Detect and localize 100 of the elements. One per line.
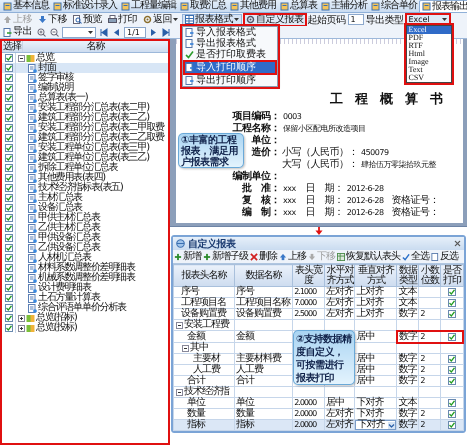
dropdown-option[interactable]: Html xyxy=(406,50,450,58)
tree-row[interactable]: 封面 xyxy=(2,63,168,73)
toolbar-button[interactable]: 反选 xyxy=(431,250,458,262)
zoom-out-icon[interactable] xyxy=(50,28,59,36)
checkbox[interactable] xyxy=(4,64,12,72)
collapse-icon[interactable] xyxy=(182,344,189,352)
checkbox[interactable] xyxy=(4,244,12,252)
tab[interactable]: 工程量编辑 xyxy=(119,0,178,12)
tree-row[interactable]: 土石方量计算表 xyxy=(2,293,168,303)
checkbox[interactable] xyxy=(4,304,12,312)
dropdown-option[interactable]: Text xyxy=(406,66,450,74)
tree-row[interactable]: 设备汇总表 xyxy=(2,203,168,213)
tree-row[interactable]: 建筑工程部分汇总表(表二乙取费 xyxy=(2,133,168,143)
tab[interactable]: 标准设计录入 xyxy=(51,0,119,12)
toolbar-button[interactable]: 恢复默认表头 xyxy=(337,250,400,262)
menu-item[interactable]: 导出打印顺序 xyxy=(183,74,277,86)
expand-icon[interactable] xyxy=(18,314,25,322)
collapse-icon[interactable] xyxy=(18,54,25,62)
checkbox[interactable] xyxy=(4,74,12,82)
menu-item[interactable]: 导入打印顺序 xyxy=(183,60,277,74)
checkbox[interactable] xyxy=(4,314,12,322)
first-page-icon[interactable] xyxy=(99,28,108,36)
zoom-in-icon[interactable] xyxy=(37,28,46,36)
export-button[interactable]: 导出 xyxy=(1,26,34,38)
menu-item[interactable]: 导出报表格式 xyxy=(183,38,277,48)
tree-row[interactable]: 材料系数调整价差明细表 xyxy=(2,263,168,273)
checkbox[interactable] xyxy=(4,194,12,202)
menu-item[interactable]: 是否打印取费表 xyxy=(183,48,277,60)
checkbox[interactable] xyxy=(4,124,12,132)
menu-item[interactable]: 导入报表格式 xyxy=(183,26,277,38)
toolbar-button[interactable]: 上移 xyxy=(279,250,306,262)
checkbox[interactable] xyxy=(4,324,12,332)
page-number-field[interactable]: 1/1 xyxy=(124,26,146,38)
tree-row[interactable]: 安装工程部分汇总表(表二甲取费 xyxy=(2,123,168,133)
tree-row[interactable]: 主材汇总表 xyxy=(2,193,168,203)
checkbox[interactable] xyxy=(4,254,12,262)
checkbox[interactable] xyxy=(4,264,12,272)
collapse-icon[interactable] xyxy=(176,388,183,396)
toolbar-button[interactable]: 打印 xyxy=(106,14,139,26)
checkbox[interactable] xyxy=(448,421,456,429)
toolbar-button[interactable]: 下移 xyxy=(36,14,69,26)
checkbox[interactable] xyxy=(4,214,12,222)
checkbox[interactable] xyxy=(448,288,456,296)
dropdown-field[interactable]: 下对齐 xyxy=(355,420,396,430)
dropdown-option[interactable]: CSV xyxy=(406,74,450,82)
checkbox[interactable] xyxy=(4,104,12,112)
tab[interactable]: 综合单价 xyxy=(369,0,419,12)
tree-row[interactable]: 设计费明细表 xyxy=(2,283,168,293)
collapse-icon[interactable] xyxy=(176,322,183,328)
checkbox[interactable] xyxy=(4,234,12,242)
checkbox[interactable] xyxy=(4,224,12,232)
checkbox[interactable] xyxy=(448,377,456,385)
tree-row[interactable]: 甲供设备汇总表 xyxy=(2,233,168,243)
tree-row[interactable]: 甲供主材汇总表 xyxy=(2,213,168,223)
checkbox[interactable] xyxy=(4,54,12,62)
dropdown-option[interactable]: RTF xyxy=(406,42,450,50)
zoom-dropdown[interactable] xyxy=(62,26,96,38)
tree-row[interactable]: 人材机汇总表 xyxy=(2,253,168,263)
tree-row[interactable]: 总览(投标) xyxy=(2,323,168,333)
last-page-icon[interactable] xyxy=(162,28,171,36)
checkbox[interactable] xyxy=(448,399,456,407)
checkbox[interactable] xyxy=(448,366,456,374)
expand-icon[interactable] xyxy=(18,324,25,332)
checkbox[interactable] xyxy=(4,94,12,102)
checkbox[interactable] xyxy=(4,274,12,282)
tab[interactable]: 报表输出 xyxy=(419,0,467,12)
tree-row[interactable]: 安装工程部分汇总表(表二甲) xyxy=(2,103,168,113)
toolbar-button[interactable]: 新增 xyxy=(174,250,201,262)
checkbox[interactable] xyxy=(4,144,12,152)
checkbox[interactable] xyxy=(4,284,12,292)
tab[interactable]: 其他费用 xyxy=(228,0,278,12)
tree-row[interactable]: 安装工程单位汇总表(表三甲) xyxy=(2,143,168,153)
tree-row[interactable]: 技术经济指标表(表五) xyxy=(2,183,168,193)
tree-row[interactable]: 综合评语单单价分析表 xyxy=(2,303,168,313)
checkbox[interactable] xyxy=(448,310,456,318)
checkbox[interactable] xyxy=(4,184,12,192)
checkbox[interactable] xyxy=(4,204,12,212)
checkbox[interactable] xyxy=(4,154,12,162)
tree-row[interactable]: 乙供主材汇总表 xyxy=(2,223,168,233)
checkbox[interactable] xyxy=(4,84,12,92)
checkbox[interactable] xyxy=(4,134,12,142)
tree-row[interactable]: 建筑工程部分汇总表(表二乙) xyxy=(2,113,168,123)
checkbox[interactable] xyxy=(4,294,12,302)
tab[interactable]: 取费汇总 xyxy=(178,0,228,12)
toolbar-button[interactable]: 预览 xyxy=(71,14,104,26)
toolbar-button[interactable]: 新增子级 xyxy=(203,250,248,262)
checkbox[interactable] xyxy=(4,164,12,172)
tree-row[interactable]: 乙供设备汇总表 xyxy=(2,243,168,253)
report-format-button[interactable]: 报表格式 xyxy=(182,14,242,26)
tree-row[interactable]: 编制说明 xyxy=(2,83,168,93)
tree-row[interactable]: 总算表(表一) xyxy=(2,93,168,103)
checkbox[interactable] xyxy=(448,355,456,363)
tree-row[interactable]: 拆除工程单位汇总表 xyxy=(2,163,168,173)
close-icon[interactable] xyxy=(454,240,461,247)
tree-row[interactable]: 其他费用表(表四) xyxy=(2,173,168,183)
checkbox[interactable] xyxy=(4,174,12,182)
tree-row[interactable]: 建筑工程单位汇总表(表三乙) xyxy=(2,153,168,163)
toolbar-button[interactable]: 删除 xyxy=(250,250,277,262)
dropdown-option[interactable]: PDF xyxy=(406,34,450,42)
toolbar-button[interactable]: 返回 xyxy=(141,14,180,26)
